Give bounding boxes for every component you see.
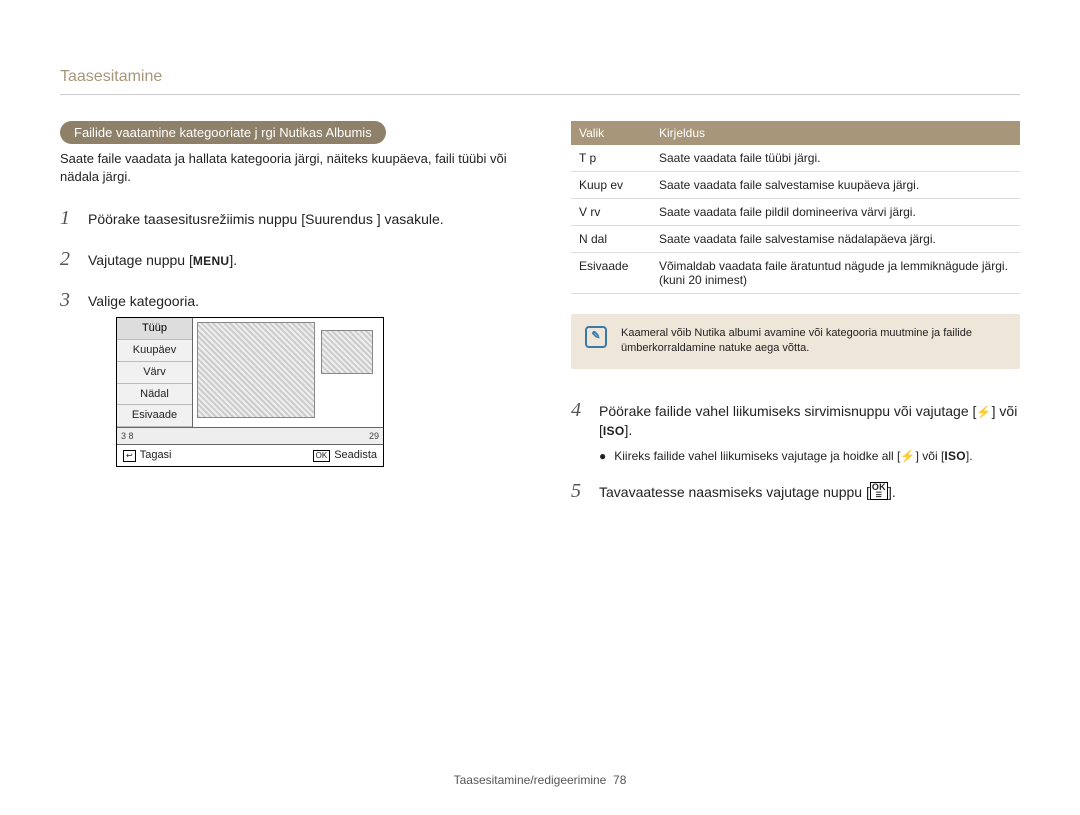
step-2-pre: Vajutage nuppu [ [88,252,193,268]
mock-category-menu: Tüüp Kuupäev Värv Nädal Esivaade [117,318,193,427]
step-4-bullet-post: ]. [966,449,973,463]
step-1: Pöörake taasesitusrežiimis nuppu [Suuren… [60,205,509,232]
step-4-post: ]. [624,422,632,438]
iso-icon: ISO [944,448,966,464]
mock-thumbnails [193,318,383,427]
mock-set-label: Seadista [334,448,377,463]
table-row: V rv Saate vaadata faile pildil domineer… [571,199,1020,226]
mock-ok-key-icon: OK [313,450,331,462]
opt-desc: Saate vaadata faile salvestamise kuupäev… [651,172,1020,199]
mock-bar-left: 3 8 [121,430,134,442]
footer-text: Taasesitamine/redigeerimine [454,773,607,787]
step-4-bullet-pre: Kiireks failide vahel liikumiseks vajuta… [614,449,900,463]
opt-desc: Saate vaadata faile tüübi järgi. [651,145,1020,172]
ok-icon [870,482,888,500]
page-footer: Taasesitamine/redigeerimine 78 [0,773,1080,787]
table-row: Esivaade Võimaldab vaadata faile äratunt… [571,253,1020,294]
opt-key: Kuup ev [571,172,651,199]
flash-icon: ⚡ [976,404,991,420]
mock-menu-item: Nädal [117,384,192,406]
menu-icon: MENU [193,253,230,269]
mock-back-key-icon: ↩ [123,450,136,462]
opt-key: Esivaade [571,253,651,294]
step-4: Pöörake failide vahel liikumiseks sirvim… [571,397,1020,464]
step-2: Vajutage nuppu [MENU]. [60,246,509,273]
opt-desc: Saate vaadata faile pildil domineeriva v… [651,199,1020,226]
mock-menu-item: Kuupäev [117,340,192,362]
opt-desc: Saate vaadata faile salvestamise nädalap… [651,226,1020,253]
options-table: Valik Kirjeldus T p Saate vaadata faile … [571,121,1020,294]
options-head-key: Valik [571,121,651,145]
iso-icon: ISO [603,423,625,439]
step-5-pre: Tavavaatesse naasmiseks vajutage nuppu [ [599,484,870,500]
mock-bar-right: 29 [369,430,379,442]
step-1-text: Pöörake taasesitusrežiimis nuppu [Suuren… [88,210,509,229]
table-row: T p Saate vaadata faile tüübi järgi. [571,145,1020,172]
section-pill: Failide vaatamine kategooriate j rgi Nut… [60,121,386,144]
note-icon: ✎ [585,326,607,348]
step-4-bullet-mid: ] või [ [916,449,945,463]
table-row: Kuup ev Saate vaadata faile salvestamise… [571,172,1020,199]
mock-menu-item: Tüüp [117,318,192,340]
options-head-desc: Kirjeldus [651,121,1020,145]
opt-key: V rv [571,199,651,226]
mock-thumb-small [321,330,373,374]
note-text: Kaameral võib Nutika albumi avamine või … [621,326,1006,357]
step-2-post: ]. [229,252,237,268]
flash-icon: ⚡ [900,448,915,464]
opt-key: T p [571,145,651,172]
table-row: N dal Saate vaadata faile salvestamise n… [571,226,1020,253]
step-5-post: ]. [888,484,896,500]
mock-menu-item: Värv [117,362,192,384]
opt-desc: Võimaldab vaadata faile äratuntud nägude… [651,253,1020,294]
step-3-text: Valige kategooria. [88,293,199,309]
step-5: Tavavaatesse naasmiseks vajutage nuppu [… [571,478,1020,505]
note-box: ✎ Kaameral võib Nutika albumi avamine võ… [571,314,1020,369]
intro-text: Saate faile vaadata ja hallata kategoori… [60,150,509,185]
page-title: Taasesitamine [60,68,1020,95]
mock-back-label: Tagasi [140,448,172,463]
opt-key: N dal [571,226,651,253]
step-4-bullet: ● Kiireks failide vahel liikumiseks vaju… [599,448,1020,464]
footer-page: 78 [613,773,626,787]
step-3: Valige kategooria. Tüüp Kuupäev Värv Näd… [60,287,509,467]
mock-info-bar: 3 8 29 [117,427,383,444]
mock-menu-item: Esivaade [117,405,192,427]
camera-mockup: Tüüp Kuupäev Värv Nädal Esivaade [116,317,384,467]
mock-thumb-large [197,322,315,418]
step-4-pre: Pöörake failide vahel liikumiseks sirvim… [599,403,976,419]
